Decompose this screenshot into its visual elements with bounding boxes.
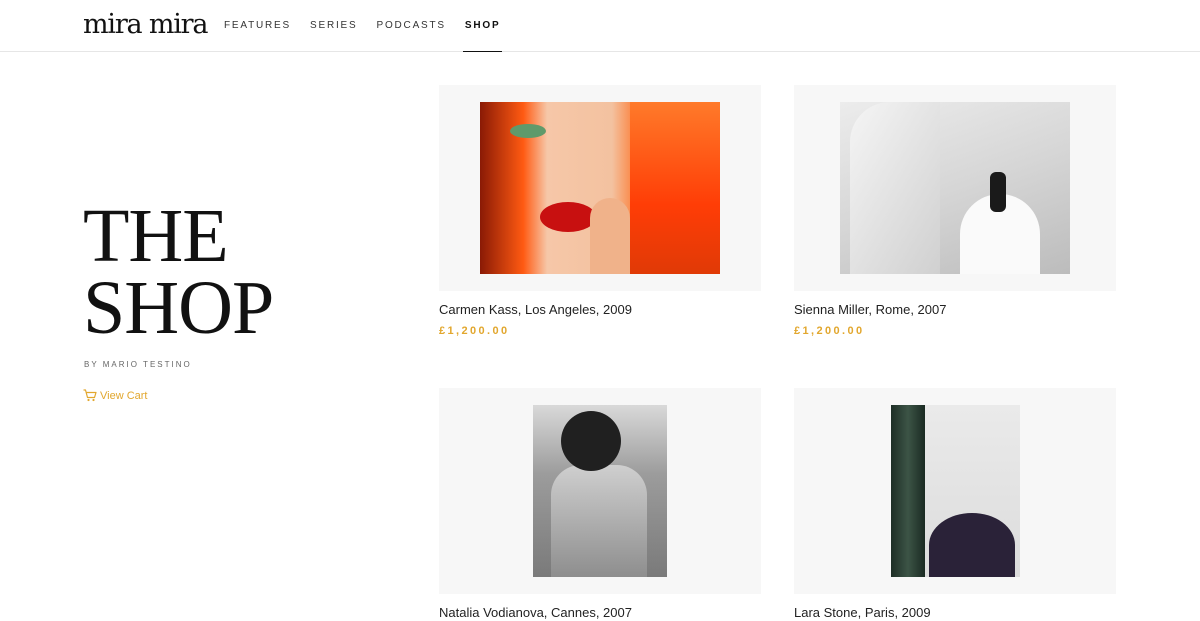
product-price: £1,200.00 (794, 325, 865, 337)
product-image-frame[interactable] (794, 85, 1116, 291)
nav-item-shop[interactable]: SHOP (462, 19, 502, 52)
product-photo (480, 102, 720, 274)
product-name[interactable]: Carmen Kass, Los Angeles, 2009 (439, 302, 761, 318)
product-card[interactable]: Natalia Vodianova, Cannes, 2007 (439, 388, 761, 621)
product-image-frame[interactable] (794, 388, 1116, 594)
product-image-frame[interactable] (439, 388, 761, 594)
product-name[interactable]: Lara Stone, Paris, 2009 (794, 605, 1116, 621)
byline: BY MARIO TESTINO (84, 360, 192, 369)
nav-item-series[interactable]: SERIES (310, 19, 357, 33)
product-card[interactable]: Carmen Kass, Los Angeles, 2009 £1,200.00 (439, 85, 761, 337)
main-nav: FEATURES SERIES PODCASTS SHOP (224, 19, 519, 52)
product-price: £1,200.00 (439, 325, 510, 337)
nav-item-features[interactable]: FEATURES (224, 19, 291, 33)
top-navigation-bar: mira mira FEATURES SERIES PODCASTS SHOP (0, 0, 1200, 52)
product-image-frame[interactable] (439, 85, 761, 291)
product-card[interactable]: Sienna Miller, Rome, 2007 £1,200.00 (794, 85, 1116, 337)
product-photo (840, 102, 1070, 274)
product-card[interactable]: Lara Stone, Paris, 2009 (794, 388, 1116, 621)
product-photo (533, 405, 667, 577)
product-name[interactable]: Natalia Vodianova, Cannes, 2007 (439, 605, 761, 621)
view-cart-link[interactable]: View Cart (83, 389, 147, 402)
product-photo (891, 405, 1020, 577)
page-title-line-1: THE (83, 194, 229, 278)
view-cart-label: View Cart (100, 389, 148, 402)
page-title-line-2: SHOP (83, 266, 274, 350)
site-logo[interactable]: mira mira (83, 9, 208, 41)
nav-item-podcasts[interactable]: PODCASTS (376, 19, 445, 33)
cart-icon (83, 389, 97, 402)
page-title: THE SHOP (83, 194, 274, 350)
product-name[interactable]: Sienna Miller, Rome, 2007 (794, 302, 1116, 318)
